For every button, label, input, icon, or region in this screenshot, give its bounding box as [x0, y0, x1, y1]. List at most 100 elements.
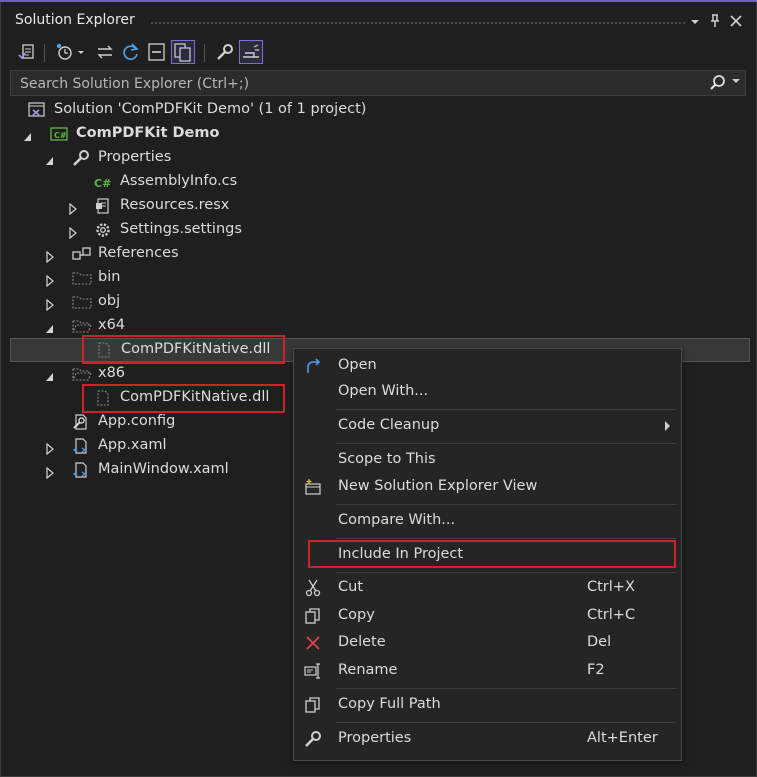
open-folder-dashed-icon: [72, 317, 92, 335]
menu-label: New Solution Explorer View: [338, 478, 538, 494]
search-options-dropdown-icon[interactable]: [732, 77, 740, 88]
expanded-arrow-icon[interactable]: [45, 152, 55, 165]
appxaml-label: App.xaml: [98, 437, 167, 453]
title-bar: Solution Explorer: [0, 2, 757, 38]
menu-item-copy-full-path[interactable]: Copy Full Path: [295, 692, 680, 718]
x86-label: x86: [98, 365, 126, 381]
obj-label: obj: [98, 293, 121, 309]
xaml-file-icon: [72, 437, 90, 455]
open-arrow-icon: [304, 357, 322, 375]
mainwindow-label: MainWindow.xaml: [98, 461, 229, 477]
bin-label: bin: [98, 269, 121, 285]
csharp-file-icon: C#: [94, 173, 112, 191]
collapsed-arrow-icon[interactable]: [45, 272, 55, 288]
tree-item-project[interactable]: C# ComPDFKit Demo: [10, 122, 750, 146]
tree-item-obj[interactable]: obj: [10, 290, 750, 314]
folder-dashed-icon: [72, 269, 92, 287]
refresh-icon[interactable]: [120, 41, 142, 63]
pin-icon[interactable]: [706, 12, 724, 30]
collapsed-arrow-icon[interactable]: [45, 464, 55, 480]
menu-separator: [336, 443, 676, 444]
tree-item-settings[interactable]: Settings.settings: [10, 218, 750, 242]
shortcut-label: Alt+Enter: [587, 730, 658, 746]
expanded-arrow-icon[interactable]: [23, 128, 33, 141]
resource-file-icon: [94, 197, 112, 215]
menu-item-cut[interactable]: Cut Ctrl+X: [295, 575, 680, 601]
rename-icon: [304, 662, 322, 680]
title-grip[interactable]: [150, 21, 685, 25]
wrench-icon: [72, 149, 90, 167]
references-label: References: [98, 245, 179, 261]
tree-item-bin[interactable]: bin: [10, 266, 750, 290]
properties-wrench-icon[interactable]: [214, 41, 236, 63]
menu-label: Open: [338, 357, 377, 373]
references-icon: [72, 245, 91, 263]
toolbar: [10, 38, 750, 68]
assemblyinfo-label: AssemblyInfo.cs: [120, 173, 238, 189]
collapsed-arrow-icon[interactable]: [45, 440, 55, 456]
collapsed-arrow-icon[interactable]: [68, 224, 78, 240]
collapsed-arrow-icon[interactable]: [45, 296, 55, 312]
menu-separator: [336, 504, 676, 505]
collapsed-arrow-icon[interactable]: [68, 200, 78, 216]
menu-label: Copy: [338, 607, 375, 623]
menu-separator: [336, 409, 676, 410]
menu-item-properties[interactable]: Properties Alt+Enter: [295, 726, 680, 752]
xaml-file-icon: [72, 461, 90, 479]
preview-selected-items-icon[interactable]: [239, 40, 263, 64]
panel-title: Solution Explorer: [15, 12, 135, 28]
appconfig-label: App.config: [98, 413, 176, 429]
menu-item-copy[interactable]: Copy Ctrl+C: [295, 603, 680, 629]
expanded-arrow-icon[interactable]: [45, 320, 55, 333]
menu-separator: [336, 538, 676, 539]
menu-label: Code Cleanup: [338, 417, 440, 433]
toolbar-separator: [204, 44, 205, 62]
expanded-arrow-icon[interactable]: [45, 368, 55, 381]
resources-label: Resources.resx: [120, 197, 230, 213]
toolbar-separator: [44, 44, 45, 62]
menu-label: Compare With...: [338, 512, 456, 528]
switch-views-icon[interactable]: [16, 41, 38, 63]
show-all-files-icon[interactable]: [171, 40, 195, 64]
project-label: ComPDFKit Demo: [76, 125, 220, 141]
tree-item-assemblyinfo[interactable]: C# AssemblyInfo.cs: [10, 170, 750, 194]
sync-with-active-document-icon[interactable]: [94, 41, 116, 63]
svg-text:C#: C#: [94, 177, 111, 190]
search-input[interactable]: [18, 74, 702, 94]
tree-item-references[interactable]: References: [10, 242, 750, 266]
collapse-all-icon[interactable]: [146, 41, 168, 63]
filter-dropdown-icon[interactable]: [76, 41, 88, 63]
window-position-dropdown-icon[interactable]: [686, 12, 704, 30]
tree-item-resources[interactable]: Resources.resx: [10, 194, 750, 218]
open-folder-dashed-icon: [72, 365, 92, 383]
config-file-icon: [72, 413, 90, 431]
menu-item-new-solution-explorer-view[interactable]: New Solution Explorer View: [295, 474, 680, 500]
shortcut-label: F2: [587, 662, 605, 678]
x64-label: x64: [98, 317, 126, 333]
highlight-box-x86-dll: [82, 384, 285, 413]
tree-item-solution[interactable]: Solution 'ComPDFKit Demo' (1 of 1 projec…: [10, 98, 750, 122]
menu-label: Cut: [338, 579, 363, 595]
menu-item-rename[interactable]: Rename F2: [295, 658, 680, 684]
csharp-project-icon: C#: [50, 125, 68, 143]
search-icon[interactable]: [709, 74, 727, 96]
menu-label: Scope to This: [338, 451, 436, 467]
menu-separator: [336, 722, 676, 723]
highlight-box-x64-dll: [82, 335, 285, 364]
menu-label: Properties: [338, 730, 412, 746]
scissors-icon: [304, 579, 322, 597]
close-icon[interactable]: [727, 12, 745, 30]
gear-icon: [94, 221, 112, 239]
search-box[interactable]: [10, 70, 746, 96]
collapsed-arrow-icon[interactable]: [45, 248, 55, 264]
menu-item-delete[interactable]: Delete Del: [295, 630, 680, 656]
menu-item-code-cleanup[interactable]: Code Cleanup: [295, 413, 680, 439]
menu-item-scope-to-this[interactable]: Scope to This: [295, 447, 680, 473]
tree-item-properties[interactable]: Properties: [10, 146, 750, 170]
copy-icon: [304, 607, 322, 625]
svg-text:C#: C#: [54, 131, 67, 140]
menu-item-compare-with[interactable]: Compare With...: [295, 508, 680, 534]
menu-item-open[interactable]: Open: [295, 353, 680, 379]
menu-item-open-with[interactable]: Open With...: [295, 379, 680, 405]
pending-changes-filter-icon[interactable]: [54, 41, 76, 63]
